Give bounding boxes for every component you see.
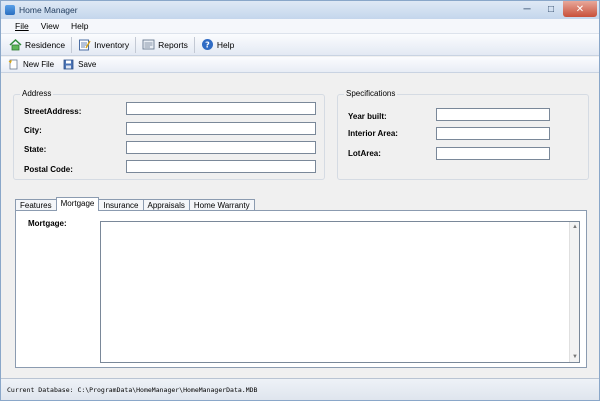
reports-label: Reports — [158, 39, 188, 50]
menu-view[interactable]: View — [35, 21, 65, 31]
mortgage-label: Mortgage: — [28, 219, 67, 228]
postal-code-label: Postal Code: — [24, 165, 73, 174]
inventory-label: Inventory — [94, 39, 130, 50]
toolbar-separator — [193, 36, 195, 53]
year-built-label: Year built: — [348, 112, 387, 121]
window-controls: ─ □ ✕ — [515, 1, 597, 17]
specifications-group: Specifications Year built: Interior Area… — [337, 89, 589, 180]
app-window: Home Manager ─ □ ✕ File View Help Reside… — [0, 0, 600, 401]
tab-mortgage[interactable]: Mortgage — [55, 197, 100, 211]
maximize-button[interactable]: □ — [539, 1, 563, 17]
year-built-input[interactable] — [436, 108, 550, 121]
city-label: City: — [24, 126, 42, 135]
lot-area-label: LotArea: — [348, 149, 381, 158]
new-file-icon — [7, 58, 20, 71]
menu-file[interactable]: File — [9, 21, 35, 31]
title-bar[interactable]: Home Manager ─ □ ✕ — [1, 1, 599, 19]
status-bar: Current Database: C:\ProgramData\HomeMan… — [1, 378, 599, 400]
reports-button[interactable]: Reports — [138, 36, 192, 54]
mortgage-textarea[interactable]: ▲ ▼ — [100, 221, 580, 363]
new-file-label: New File — [23, 60, 55, 69]
inventory-button[interactable]: Inventory — [74, 36, 133, 54]
state-label: State: — [24, 145, 47, 154]
interior-area-label: Interior Area: — [348, 129, 398, 138]
current-database-status: Current Database: C:\ProgramData\HomeMan… — [7, 385, 258, 394]
file-toolbar: New File Save — [1, 57, 599, 73]
state-input[interactable] — [126, 141, 316, 154]
toolbar-separator — [71, 36, 73, 53]
scroll-up-icon[interactable]: ▲ — [570, 222, 580, 232]
new-file-button[interactable]: New File — [3, 58, 58, 72]
scroll-down-icon[interactable]: ▼ — [570, 352, 580, 362]
address-group: Address StreetAddress: City: State: Post… — [13, 89, 325, 180]
save-label: Save — [78, 60, 97, 69]
residence-label: Residence — [25, 39, 66, 50]
reports-icon — [142, 38, 155, 51]
postal-code-input[interactable] — [126, 160, 316, 173]
mortgage-scrollbar[interactable]: ▲ ▼ — [569, 222, 579, 362]
help-label: Help — [216, 39, 235, 50]
specifications-group-title: Specifications — [344, 89, 398, 98]
save-button[interactable]: Save — [58, 58, 100, 72]
interior-area-input[interactable] — [436, 127, 550, 140]
main-toolbar: Residence Inventory Reports ? Help — [1, 34, 599, 56]
toolbar-separator — [135, 36, 137, 53]
help-button[interactable]: ? Help — [197, 36, 238, 54]
mortgage-panel: Mortgage: ▲ ▼ — [15, 210, 587, 368]
menu-bar: File View Help — [1, 19, 599, 34]
app-icon — [5, 5, 15, 15]
street-address-label: StreetAddress: — [24, 107, 82, 116]
menu-help[interactable]: Help — [65, 21, 94, 31]
help-icon: ? — [201, 38, 214, 51]
save-icon — [62, 58, 75, 71]
close-button[interactable]: ✕ — [563, 1, 597, 17]
lot-area-input[interactable] — [436, 147, 550, 160]
svg-text:?: ? — [205, 41, 210, 50]
house-icon — [9, 38, 22, 51]
address-group-title: Address — [20, 89, 54, 98]
street-address-input[interactable] — [126, 102, 316, 115]
inventory-icon — [78, 38, 91, 51]
residence-button[interactable]: Residence — [5, 36, 69, 54]
city-input[interactable] — [126, 122, 316, 135]
window-title: Home Manager — [19, 5, 78, 15]
minimize-button[interactable]: ─ — [515, 1, 539, 17]
